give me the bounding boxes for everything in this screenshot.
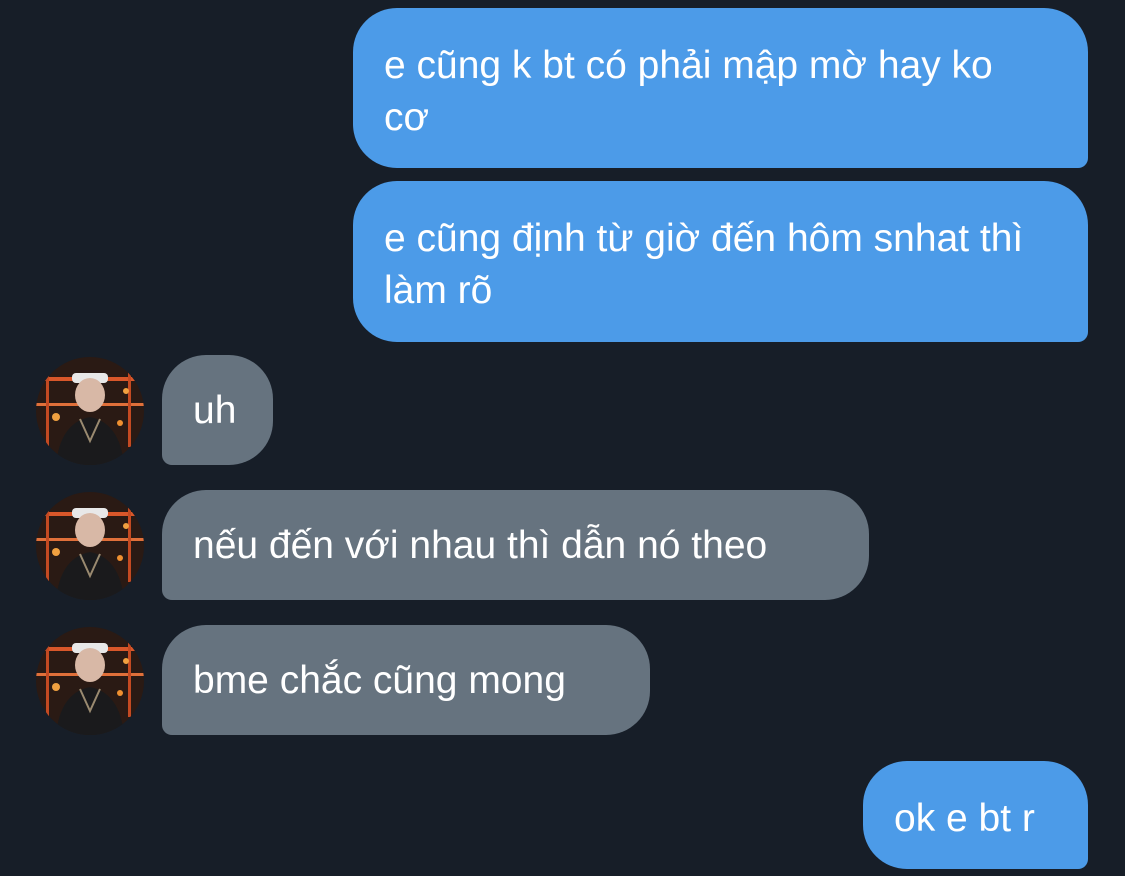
message-text: bme chắc cũng mong (193, 659, 566, 702)
incoming-message-bubble[interactable]: uh (162, 355, 273, 465)
outgoing-message-bubble[interactable]: e cũng định từ giờ đến hôm snhat thì làm… (353, 181, 1088, 342)
incoming-message-bubble[interactable]: nếu đến với nhau thì dẫn nó theo (162, 490, 869, 600)
contact-avatar[interactable] (36, 492, 144, 600)
message-text: e cũng k bt có phải mập mờ hay ko cơ (384, 44, 993, 139)
outgoing-message-bubble[interactable]: ok e bt r (863, 761, 1088, 869)
message-text: ok e bt r (894, 797, 1035, 840)
message-text: uh (193, 389, 237, 432)
avatar-photo-icon (36, 492, 144, 600)
message-text: nếu đến với nhau thì dẫn nó theo (193, 524, 768, 567)
chat-thread: e cũng k bt có phải mập mờ hay ko cơ e c… (0, 0, 1125, 876)
message-text: e cũng định từ giờ đến hôm snhat thì làm… (384, 217, 1024, 312)
contact-avatar[interactable] (36, 357, 144, 465)
incoming-message-bubble[interactable]: bme chắc cũng mong (162, 625, 650, 735)
avatar-photo-icon (36, 627, 144, 735)
avatar-photo-icon (36, 357, 144, 465)
outgoing-message-bubble[interactable]: e cũng k bt có phải mập mờ hay ko cơ (353, 8, 1088, 168)
contact-avatar[interactable] (36, 627, 144, 735)
